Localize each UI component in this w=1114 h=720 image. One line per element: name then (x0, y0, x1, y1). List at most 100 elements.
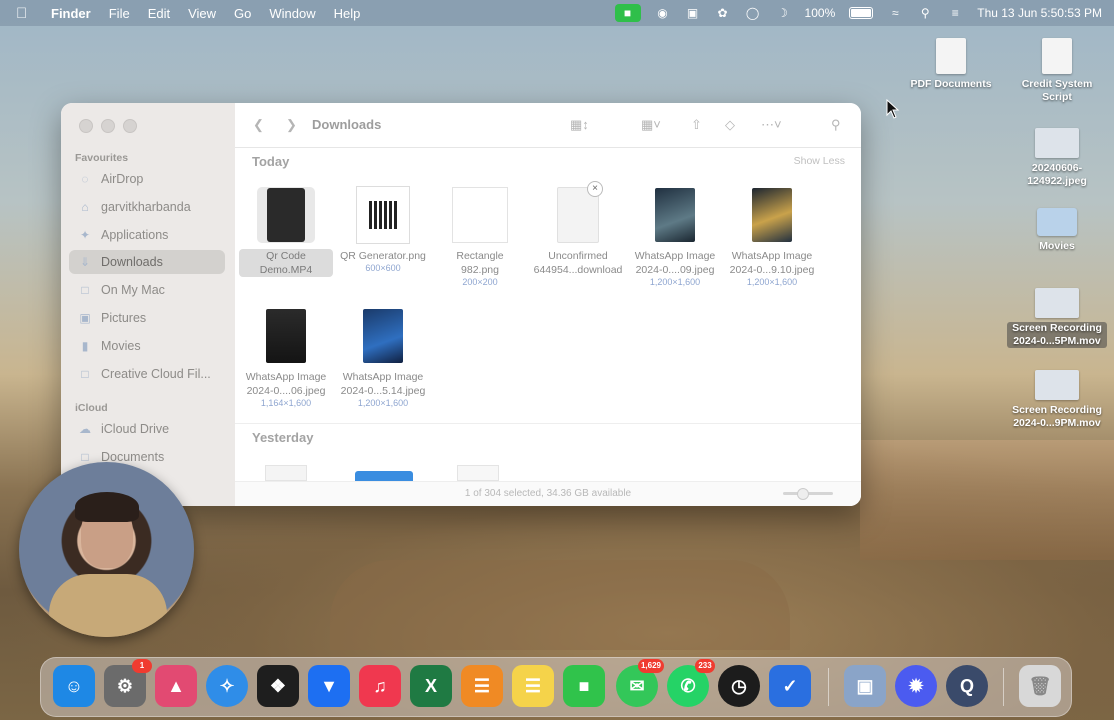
menu-go[interactable]: Go (225, 6, 260, 21)
wifi-icon[interactable]: ≈ (887, 6, 903, 20)
clock-icon[interactable]: ◷ (718, 665, 760, 707)
show-less-button[interactable]: Show Less (794, 155, 845, 167)
creative-cloud-icon: □ (81, 367, 89, 381)
qr-code-thumbnail (354, 186, 412, 244)
view-mode-icon[interactable]: ▦↕ (570, 115, 589, 135)
wallpaper-town (860, 440, 1114, 560)
file-item[interactable]: QR Generator.png 600×600 (336, 186, 430, 273)
icon-size-slider[interactable] (783, 488, 833, 500)
menu-edit[interactable]: Edit (139, 6, 179, 21)
file-item[interactable]: Qr Code Demo.MP4 (239, 187, 333, 277)
desktop-item-screen-recording-1[interactable]: Screen Recording 2024-0...5PM.mov (1007, 288, 1107, 348)
tag-icon[interactable]: ◇ (725, 115, 735, 135)
window-title: Downloads (312, 117, 382, 132)
zoom-button[interactable] (123, 119, 137, 133)
close-button[interactable] (79, 119, 93, 133)
dark-mode-icon[interactable]: ☽ (775, 6, 791, 20)
home-icon: ⌂ (81, 200, 89, 214)
forward-icon[interactable]: ❯ (286, 115, 297, 135)
facetime-icon[interactable]: ■ (563, 665, 605, 707)
finder-icon[interactable]: ☺ (53, 665, 95, 707)
quicktime-icon[interactable]: Q (946, 665, 988, 707)
finder-window: Favourites ◌ AirDrop ⌂ garvitkharbanda ✦ Ap… (61, 103, 861, 506)
more-actions-icon[interactable]: ⋯˅ (761, 115, 782, 135)
sidebar-item-airdrop[interactable]: ◌ AirDrop (69, 167, 225, 191)
settings-icon[interactable]: ⚙ 1 (104, 659, 152, 707)
group-icon[interactable]: ▦˅ (641, 115, 661, 135)
sidebar-item-pictures[interactable]: ▣ Pictures (69, 306, 225, 330)
file-thumbnail-partial[interactable] (265, 465, 307, 481)
vpn-icon[interactable]: ◯ (745, 6, 761, 20)
file-item[interactable]: WhatsApp Image 2024-0....06.jpeg 1,164×1,… (239, 308, 333, 408)
finder-content: ❮ ❯ Downloads ▦↕ ▦˅ ⇧ ◇ ⋯˅ ⚲ Today Show … (235, 103, 861, 506)
desktop-item-movies[interactable]: Movies (1007, 208, 1107, 253)
notes-icon[interactable]: ☰ (512, 665, 554, 707)
menu-view[interactable]: View (179, 6, 225, 21)
finder-toolbar: ❮ ❯ Downloads ▦↕ ▦˅ ⇧ ◇ ⋯˅ ⚲ (235, 103, 861, 148)
video-thumbnail-icon (1035, 370, 1079, 400)
excel-icon[interactable]: X (410, 665, 452, 707)
minimize-button[interactable] (101, 119, 115, 133)
framer-icon[interactable]: ▼ (308, 665, 350, 707)
pictures-icon: ▣ (79, 311, 91, 325)
menu-help[interactable]: Help (325, 6, 370, 21)
apple-icon[interactable]:  (16, 5, 30, 22)
applications-icon: ✦ (79, 228, 91, 242)
sidebar-item-home[interactable]: ⌂ garvitkharbanda (69, 195, 225, 219)
desktop-item-jpeg[interactable]: 20240606-124922.jpeg (1007, 128, 1107, 188)
file-item[interactable]: Rectangle 982.png 200×200 (433, 187, 527, 287)
share-icon[interactable]: ⇧ (691, 115, 702, 135)
figma-icon[interactable]: ❖ (257, 665, 299, 707)
sidebar-item-movies[interactable]: ▮ Movies (69, 334, 225, 358)
video-thumbnail-icon (1035, 288, 1079, 318)
safari-icon[interactable]: ✧ (206, 665, 248, 707)
desktop-item-screen-recording-2[interactable]: Screen Recording 2024-0...9PM.mov (1007, 370, 1107, 430)
sidebar-item-icloud-drive[interactable]: ☁ iCloud Drive (69, 417, 225, 441)
sidebar-item-applications[interactable]: ✦ Applications (69, 223, 225, 247)
slider-knob[interactable] (797, 488, 809, 500)
preview-icon[interactable]: ▣ (844, 665, 886, 707)
downloads-icon: ⇓ (79, 255, 91, 269)
file-item[interactable]: × Unconfirmed 644954...download (531, 181, 625, 277)
perplexity-icon[interactable]: ✹ (895, 665, 937, 707)
sidebar-item-creative-cloud[interactable]: □ Creative Cloud Fil... (69, 362, 225, 386)
document-icon (936, 38, 966, 74)
status-s-icon[interactable]: ▣ (685, 6, 701, 20)
group-header-yesterday: Yesterday (252, 430, 314, 445)
folder-thumbnail-partial[interactable] (355, 471, 413, 481)
image-thumbnail (646, 187, 704, 243)
back-icon[interactable]: ❮ (253, 115, 264, 135)
control-center-icon[interactable]: ≡ (947, 6, 963, 20)
file-item[interactable]: WhatsApp Image 2024-0...9.10.jpeg 1,200×1… (725, 187, 819, 287)
desktop-item-pdf-documents[interactable]: PDF Documents (901, 38, 1001, 91)
cloud-icon: ☁ (79, 422, 91, 436)
menu-file[interactable]: File (100, 6, 139, 21)
mail-icon[interactable]: ✓ (769, 665, 811, 707)
sidebar-item-downloads[interactable]: ⇓ Downloads (69, 250, 225, 274)
file-item[interactable]: WhatsApp Image 2024-0...5.14.jpeg 1,200×1… (336, 308, 430, 408)
desktop-item-credit-system-script[interactable]: Credit System Script (1007, 38, 1107, 104)
trash-icon[interactable]: 🗑 (1019, 665, 1061, 707)
music-icon[interactable]: ♫ (359, 665, 401, 707)
folder-icon: □ (81, 283, 89, 297)
facetime-indicator-icon[interactable]: ■ (614, 4, 641, 22)
search-icon[interactable]: ⚲ (831, 115, 841, 135)
whatsapp-icon[interactable]: ✆ 233 (667, 659, 715, 707)
messages-icon[interactable]: ✉ 1,629 (616, 659, 664, 707)
menu-window[interactable]: Window (260, 6, 324, 21)
screen-record-icon[interactable]: ◉ (655, 6, 671, 20)
wallpaper-bridge (330, 560, 790, 650)
search-icon[interactable]: ⚲ (917, 6, 933, 20)
status-bird-icon[interactable]: ✿ (715, 6, 731, 20)
image-thumbnail (743, 187, 801, 243)
menu-clock[interactable]: Thu 13 Jun 5:50:53 PM (977, 6, 1102, 20)
cancel-download-icon[interactable]: × (587, 181, 603, 197)
battery-icon[interactable] (849, 7, 874, 19)
menu-app-name[interactable]: Finder (42, 6, 100, 21)
sidebar-item-on-my-mac[interactable]: □ On My Mac (69, 278, 225, 302)
affinity-icon[interactable]: ▲ (155, 665, 197, 707)
file-thumbnail-partial[interactable] (457, 465, 499, 481)
file-item[interactable]: WhatsApp Image 2024-0....09.jpeg 1,200×1,… (628, 187, 722, 287)
window-controls (79, 119, 137, 133)
books-icon[interactable]: ☰ (461, 665, 503, 707)
